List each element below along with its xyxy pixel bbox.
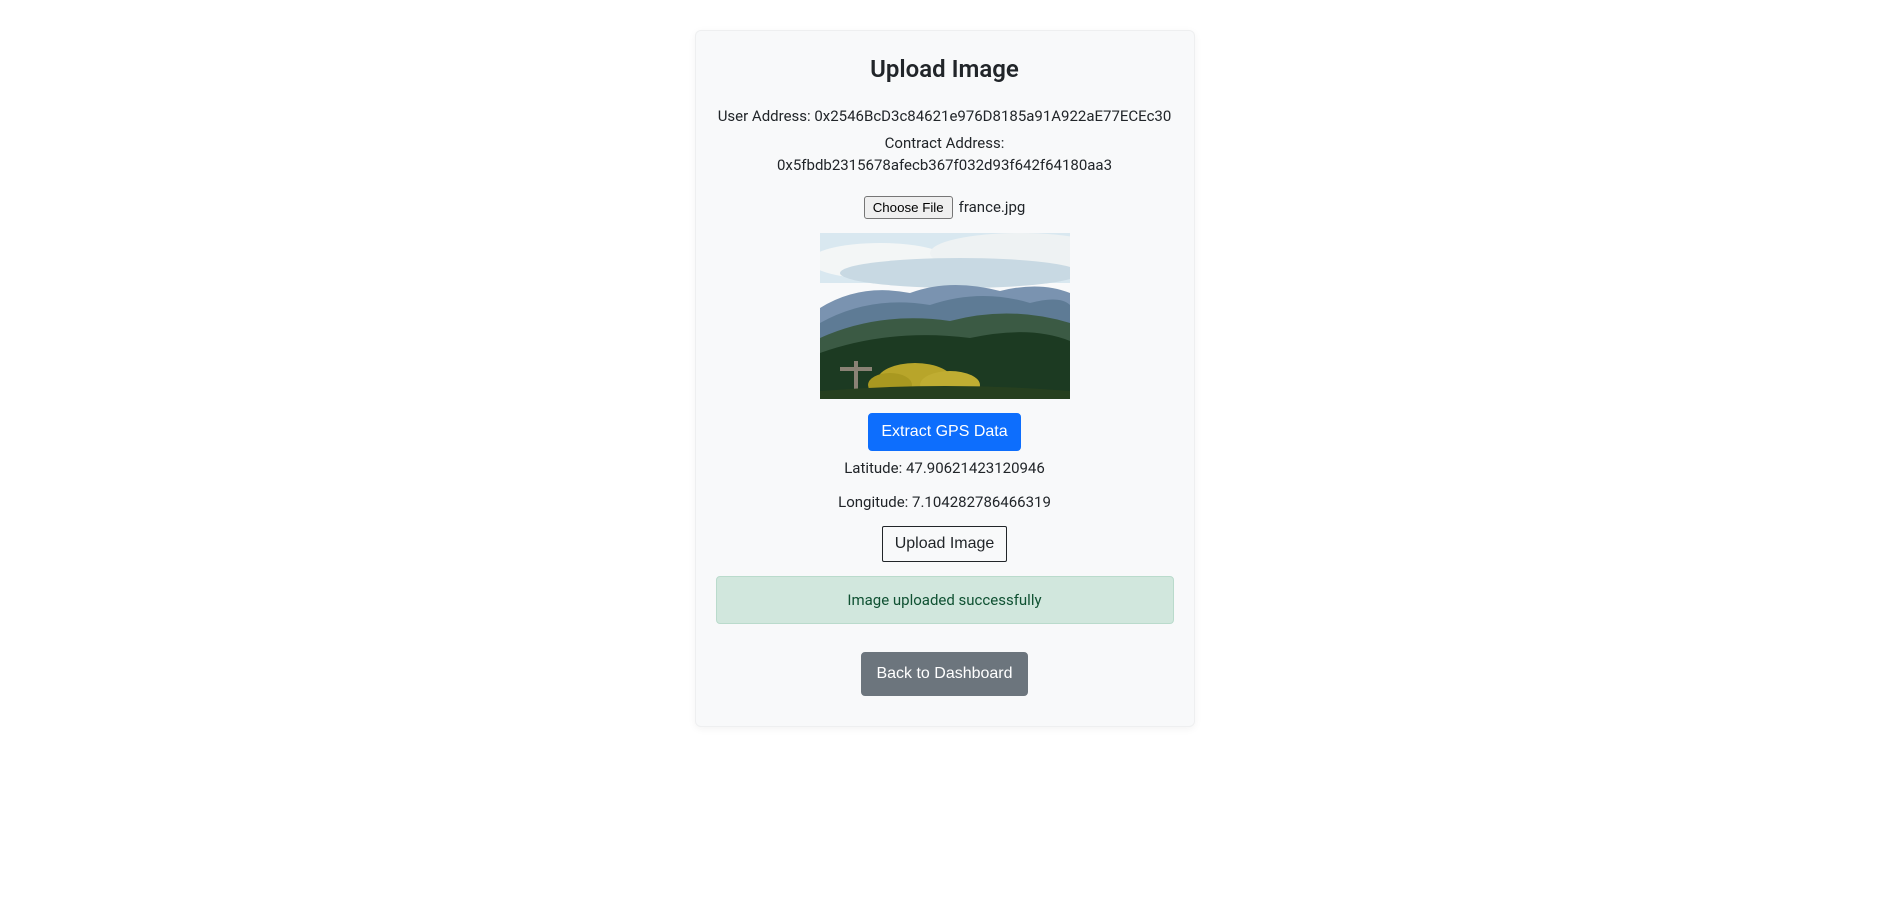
latitude-value: 47.90621423120946 <box>906 459 1045 477</box>
page-title: Upload Image <box>716 51 1174 87</box>
choose-file-button[interactable]: Choose File <box>864 196 953 219</box>
user-address-line: User Address: 0x2546BcD3c84621e976D8185a… <box>716 105 1174 128</box>
user-address-value: 0x2546BcD3c84621e976D8185a91A922aE77ECEc… <box>814 107 1171 125</box>
contract-address-label: Contract Address: <box>885 134 1005 152</box>
success-alert: Image uploaded successfully <box>716 576 1174 625</box>
image-preview <box>820 233 1070 399</box>
longitude-line: Longitude: 7.104282786466319 <box>716 491 1174 514</box>
upload-image-button[interactable]: Upload Image <box>882 526 1008 562</box>
user-address-label: User Address: <box>718 107 815 125</box>
upload-card: Upload Image User Address: 0x2546BcD3c84… <box>695 30 1195 727</box>
latitude-line: Latitude: 47.90621423120946 <box>716 457 1174 480</box>
contract-address-value: 0x5fbdb2315678afecb367f032d93f642f64180a… <box>777 156 1112 174</box>
landscape-preview-svg <box>820 233 1070 399</box>
contract-address-line: Contract Address: 0x5fbdb2315678afecb367… <box>716 132 1174 177</box>
back-to-dashboard-button[interactable]: Back to Dashboard <box>861 652 1027 696</box>
longitude-label: Longitude: <box>838 493 912 511</box>
latitude-label: Latitude: <box>844 459 906 477</box>
selected-file-name: france.jpg <box>959 196 1026 219</box>
address-info-block: User Address: 0x2546BcD3c84621e976D8185a… <box>716 105 1174 177</box>
longitude-value: 7.104282786466319 <box>912 493 1051 511</box>
extract-gps-button[interactable]: Extract GPS Data <box>868 413 1020 451</box>
file-input-row: Choose File france.jpg <box>864 196 1026 219</box>
